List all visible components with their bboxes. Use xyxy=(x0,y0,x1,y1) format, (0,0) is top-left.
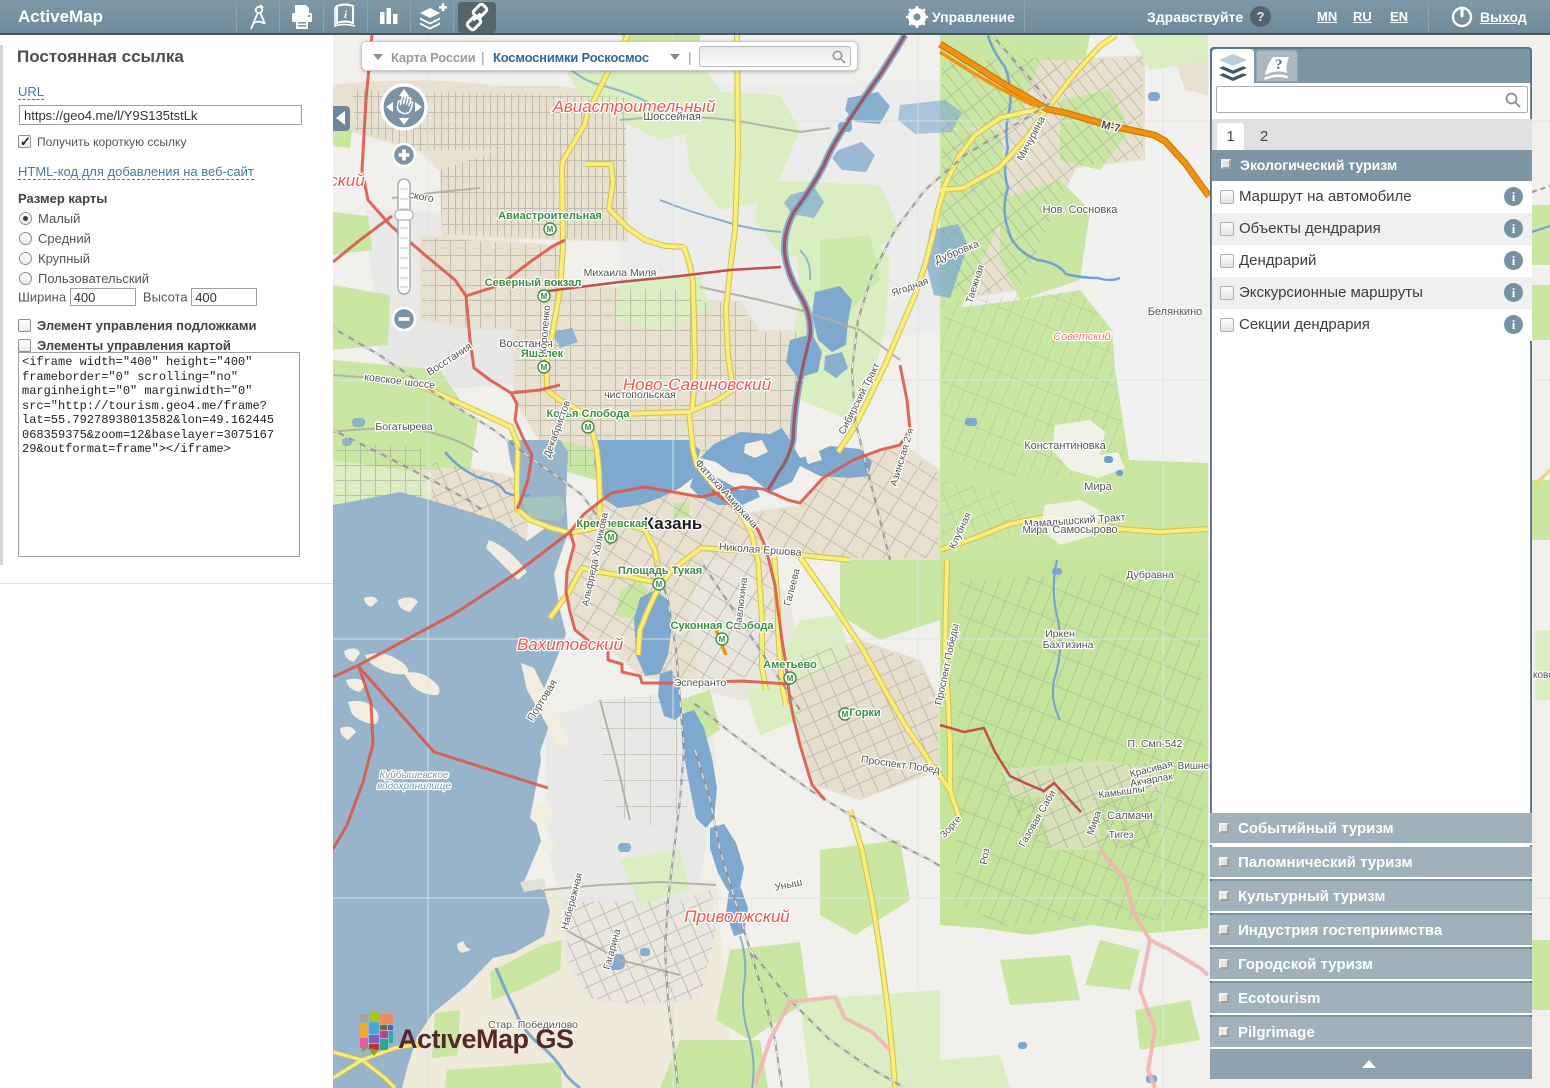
svg-text:Казань: Казань xyxy=(644,514,703,533)
svg-text:Горки: Горки xyxy=(849,707,880,719)
svg-text:Авиастроительная: Авиастроительная xyxy=(498,210,602,222)
svg-text:Нов. Сосновка: Нов. Сосновка xyxy=(1043,204,1119,216)
svg-text:Богатырева: Богатырева xyxy=(375,421,432,433)
svg-text:Кремлевская: Кремлевская xyxy=(576,518,647,530)
svg-text:Михаила Миля: Михаила Миля xyxy=(584,267,657,279)
svg-text:Бахтизина: Бахтизина xyxy=(1043,639,1094,651)
svg-text:i: i xyxy=(344,9,348,21)
svg-text:ActıveMap GS: ActıveMap GS xyxy=(398,1024,574,1054)
svg-text:Салмачи: Салмачи xyxy=(1107,810,1153,822)
svg-text:М: М xyxy=(547,225,554,234)
svg-text:ский: ский xyxy=(333,171,365,190)
svg-text:Тигез: Тигез xyxy=(1109,830,1134,841)
svg-text:Дубравна: Дубравна xyxy=(1126,569,1174,581)
svg-text:М: М xyxy=(608,533,615,542)
svg-text:Константиновка: Константиновка xyxy=(1024,440,1106,452)
svg-text:Шоссейная: Шоссейная xyxy=(643,111,701,123)
svg-text:Площадь Тукая: Площадь Тукая xyxy=(618,565,702,577)
svg-text:Суконная Слобода: Суконная Слобода xyxy=(671,620,775,632)
svg-text:Мира: Мира xyxy=(1084,481,1112,493)
svg-text:Северный вокзал: Северный вокзал xyxy=(485,277,582,289)
svg-text:Эсперанто: Эсперанто xyxy=(674,677,726,689)
svg-text:Вахитовский: Вахитовский xyxy=(517,635,624,654)
svg-text:М: М xyxy=(656,580,663,589)
svg-text:Куйбышевское: Куйбышевское xyxy=(379,769,448,781)
svg-text:М: М xyxy=(787,674,794,683)
svg-text:М: М xyxy=(585,423,592,432)
svg-text:П. Смп-542: П. Смп-542 xyxy=(1128,738,1183,750)
svg-text:М: М xyxy=(719,635,726,644)
svg-text:Самосырово: Самосырово xyxy=(1052,524,1117,536)
svg-text:?: ? xyxy=(1275,57,1283,73)
svg-text:М: М xyxy=(842,710,849,719)
svg-text:М: М xyxy=(541,292,548,301)
svg-text:Приволжский: Приволжский xyxy=(684,907,790,926)
svg-text:Белянкино: Белянкино xyxy=(1148,306,1203,318)
svg-text:М: М xyxy=(541,363,548,372)
svg-text:Советский: Советский xyxy=(1053,331,1111,343)
svg-text:водохранилище: водохранилище xyxy=(377,781,451,792)
svg-text:Мира: Мира xyxy=(1022,525,1047,536)
svg-text:Аметьево: Аметьево xyxy=(763,659,817,671)
svg-text:Вишнев: Вишнев xyxy=(1178,761,1215,772)
svg-text:ково: ково xyxy=(1533,670,1550,681)
svg-text:чистопольская: чистопольская xyxy=(604,389,676,401)
